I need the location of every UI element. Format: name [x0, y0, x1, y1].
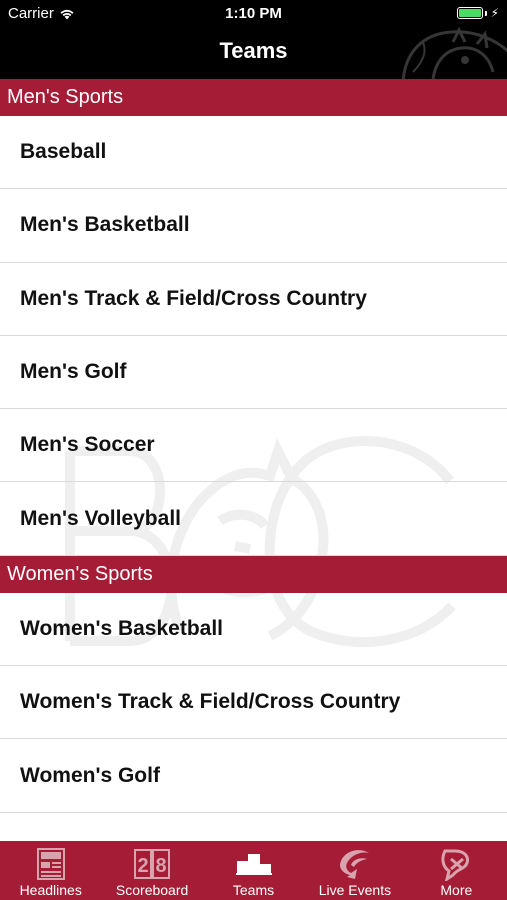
tab-live-events[interactable]: Live Events [304, 841, 405, 900]
tab-label: Headlines [19, 882, 82, 898]
tab-bar: Headlines 2 8 Scoreboard Teams Live Even… [0, 841, 507, 900]
list-item[interactable]: Women's Basketball [0, 593, 507, 667]
list-item[interactable]: Men's Soccer [0, 409, 507, 483]
tab-label: Teams [232, 882, 275, 898]
tab-label: More [440, 882, 473, 898]
navigation-bar: Carrier 1:10 PM ⚡ Teams [0, 0, 507, 79]
list-item[interactable]: Men's Basketball [0, 189, 507, 263]
tab-teams[interactable]: Teams [203, 841, 304, 900]
newspaper-icon [36, 848, 65, 880]
scoreboard-icon: 2 8 [134, 849, 171, 879]
list-item[interactable]: Men's Volleyball [0, 482, 507, 556]
section-header: Men's Sports [0, 79, 507, 116]
page-title: Teams [219, 38, 288, 63]
podium-icon [235, 854, 272, 875]
tab-label: Scoreboard [115, 882, 189, 898]
tab-more[interactable]: More [406, 841, 507, 900]
svg-text:8: 8 [156, 855, 167, 877]
tab-headlines[interactable]: Headlines [0, 841, 101, 900]
battery-icon: ⚡ [456, 6, 499, 20]
list-item[interactable]: Men's Track & Field/Cross Country [0, 263, 507, 336]
tab-label: Live Events [318, 882, 392, 898]
list-item[interactable]: Women's Track & Field/Cross Country [0, 666, 507, 740]
live-events-icon [339, 850, 369, 879]
list-item[interactable]: Women's Golf [0, 739, 507, 813]
section-mens-sports: Men's Sports Baseball Men's Basketball M… [0, 79, 507, 556]
svg-text:2: 2 [138, 855, 149, 877]
list-item[interactable]: Men's Golf [0, 336, 507, 410]
list-item[interactable]: Baseball [0, 116, 507, 190]
more-icon [441, 849, 470, 881]
section-header: Women's Sports [0, 555, 507, 593]
tab-scoreboard[interactable]: 2 8 Scoreboard [101, 841, 202, 900]
section-womens-sports: Women's Sports Women's Basketball Women'… [0, 555, 507, 813]
status-time: 1:10 PM [225, 5, 282, 22]
teams-list[interactable]: Men's Sports Baseball Men's Basketball M… [0, 79, 507, 841]
charging-icon: ⚡ [490, 6, 499, 20]
